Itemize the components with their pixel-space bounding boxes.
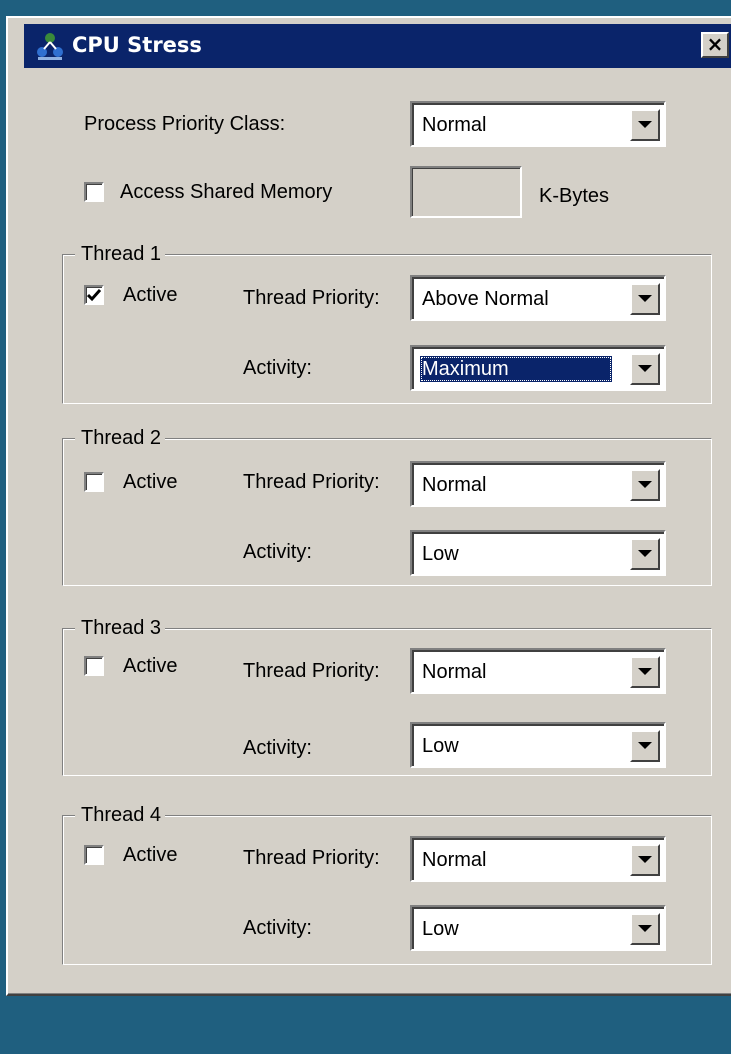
thread-1-activity-value: Maximum xyxy=(420,356,612,382)
thread-1-priority-dropdown[interactable]: Above Normal xyxy=(410,275,666,321)
thread-4-priority-dropdown[interactable]: Normal xyxy=(410,836,666,882)
shared-memory-label: Access Shared Memory xyxy=(120,181,333,203)
thread-4-activity-value: Low xyxy=(422,918,459,940)
shared-memory-input[interactable] xyxy=(410,166,522,218)
dropdown-button[interactable] xyxy=(630,730,660,762)
dropdown-button[interactable] xyxy=(630,109,660,141)
chevron-down-icon xyxy=(638,550,652,557)
close-button[interactable]: × xyxy=(701,32,729,58)
thread-4-active-checkbox[interactable] xyxy=(84,845,104,865)
dropdown-button[interactable] xyxy=(630,913,660,945)
units-label: K-Bytes xyxy=(539,185,610,207)
thread-3-priority-value: Normal xyxy=(422,661,487,683)
process-priority-label: Process Priority Class: xyxy=(84,113,286,135)
thread-1-active-label: Active xyxy=(123,284,178,306)
dropdown-button[interactable] xyxy=(630,283,660,315)
window-title: CPU Stress xyxy=(72,33,202,57)
chevron-down-icon xyxy=(638,365,652,372)
thread-4-activity-dropdown[interactable]: Low xyxy=(410,905,666,951)
thread-2-priority-value: Normal xyxy=(422,474,487,496)
thread-3-activity-value: Low xyxy=(422,735,459,757)
thread-4-active-label: Active xyxy=(123,844,178,866)
process-priority-dropdown[interactable]: Normal xyxy=(410,101,666,147)
shared-memory-checkbox[interactable] xyxy=(84,182,104,202)
thread-1-activity-dropdown[interactable]: Maximum xyxy=(410,345,666,391)
dropdown-button[interactable] xyxy=(630,469,660,501)
chevron-down-icon xyxy=(638,856,652,863)
thread-2-priority-label: Thread Priority: xyxy=(243,471,380,493)
dropdown-button[interactable] xyxy=(630,844,660,876)
chevron-down-icon xyxy=(638,481,652,488)
thread-3-activity-label: Activity: xyxy=(243,737,312,759)
thread-2-title: Thread 2 xyxy=(75,425,166,451)
thread-2-active-label: Active xyxy=(123,471,178,493)
dropdown-button[interactable] xyxy=(630,538,660,570)
dropdown-button[interactable] xyxy=(630,656,660,688)
thread-3-active-label: Active xyxy=(123,655,178,677)
chevron-down-icon xyxy=(638,668,652,675)
thread-2-activity-dropdown[interactable]: Low xyxy=(410,530,666,576)
checkmark-icon xyxy=(87,289,101,302)
chevron-down-icon xyxy=(638,121,652,128)
title-bar[interactable]: CPU Stress × xyxy=(24,24,731,68)
cpu-stress-app-icon xyxy=(34,30,66,62)
chevron-down-icon xyxy=(638,295,652,302)
thread-4-priority-value: Normal xyxy=(422,849,487,871)
thread-1-title: Thread 1 xyxy=(75,241,166,267)
thread-1-activity-label: Activity: xyxy=(243,357,312,379)
thread-3-title: Thread 3 xyxy=(75,615,166,641)
thread-4-priority-label: Thread Priority: xyxy=(243,847,380,869)
thread-4-title: Thread 4 xyxy=(75,802,166,828)
thread-3-priority-dropdown[interactable]: Normal xyxy=(410,648,666,694)
thread-3-active-checkbox[interactable] xyxy=(84,656,104,676)
thread-2-active-checkbox[interactable] xyxy=(84,472,104,492)
chevron-down-icon xyxy=(638,742,652,749)
thread-1-priority-label: Thread Priority: xyxy=(243,287,380,309)
chevron-down-icon xyxy=(638,925,652,932)
thread-3-priority-label: Thread Priority: xyxy=(243,660,380,682)
thread-4-activity-label: Activity: xyxy=(243,917,312,939)
process-priority-value: Normal xyxy=(422,114,487,136)
thread-1-active-checkbox[interactable] xyxy=(84,285,104,305)
thread-1-priority-value: Above Normal xyxy=(422,288,549,310)
thread-2-priority-dropdown[interactable]: Normal xyxy=(410,461,666,507)
dropdown-button[interactable] xyxy=(630,353,660,385)
thread-2-activity-label: Activity: xyxy=(243,541,312,563)
thread-2-activity-value: Low xyxy=(422,543,459,565)
thread-3-activity-dropdown[interactable]: Low xyxy=(410,722,666,768)
